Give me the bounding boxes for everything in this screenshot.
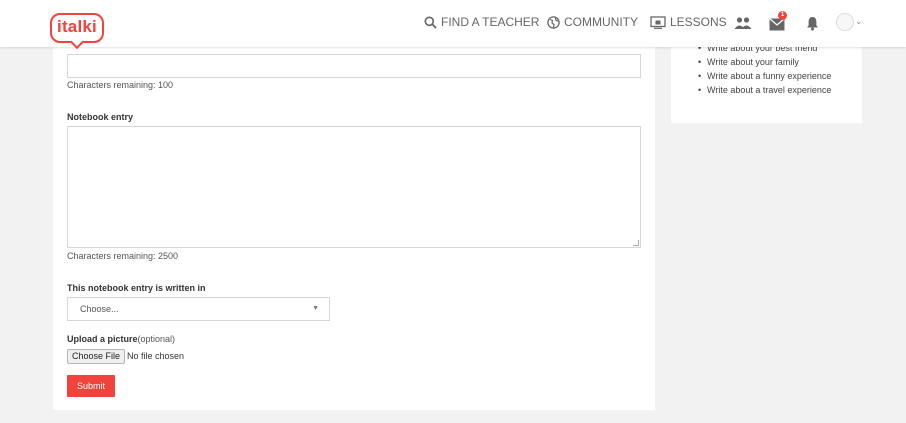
message-count-badge: 1 [778,11,787,20]
topic-suggestions-panel: Write about your best friend Write about… [671,40,862,123]
list-item: Write about a funny experience [698,69,831,83]
title-chars-remaining: Characters remaining: 100 [67,80,174,90]
nav-community-label: COMMUNITY [564,15,638,29]
lessons-icon [650,15,666,29]
notebook-entry-label: Notebook entry [67,112,134,122]
list-item: Write about your family [698,55,831,69]
avatar[interactable] [836,13,854,31]
notebook-chars-remaining: Characters remaining: 2500 [67,251,179,261]
nav-lessons[interactable]: LESSONS [650,15,727,29]
upload-picture-label: Upload a picture(optional) [67,334,175,344]
choose-file-button[interactable]: Choose File [67,349,126,364]
upload-optional-note: (optional) [137,334,176,344]
nav-find-a-teacher-label: FIND A TEACHER [441,15,540,29]
nav-community[interactable]: COMMUNITY [547,15,638,29]
title-field[interactable] [67,54,641,78]
language-select-value: Choose... [80,304,119,314]
resize-handle-icon[interactable] [633,240,639,246]
people-icon[interactable] [734,16,752,32]
bell-icon[interactable] [806,16,824,32]
file-status-text: No file chosen [127,351,185,361]
notebook-entry-textarea[interactable] [67,126,641,248]
language-label: This notebook entry is written in [67,283,206,293]
language-select[interactable]: Choose... ▼ [67,297,330,321]
upload-picture-label-text: Upload a picture [67,334,138,344]
select-arrow-icon: ▼ [312,305,319,312]
topic-suggestions-list: Write about your best friend Write about… [698,41,831,97]
chevron-down-icon[interactable]: ⌄ [855,16,863,27]
notebook-entry-form: Characters remaining: 100 Notebook entry… [53,40,655,410]
globe-icon [547,15,560,29]
italki-logo[interactable]: italki [50,13,104,43]
search-icon [424,16,437,29]
top-navigation-bar: italki FIND A TEACHER COMMUNITY LESSONS … [0,0,906,47]
nav-find-a-teacher[interactable]: FIND A TEACHER [424,15,539,29]
submit-button[interactable]: Submit [67,375,115,397]
nav-lessons-label: LESSONS [670,15,727,29]
list-item: Write about a travel experience [698,83,831,97]
messages-button[interactable]: 1 [769,11,787,32]
